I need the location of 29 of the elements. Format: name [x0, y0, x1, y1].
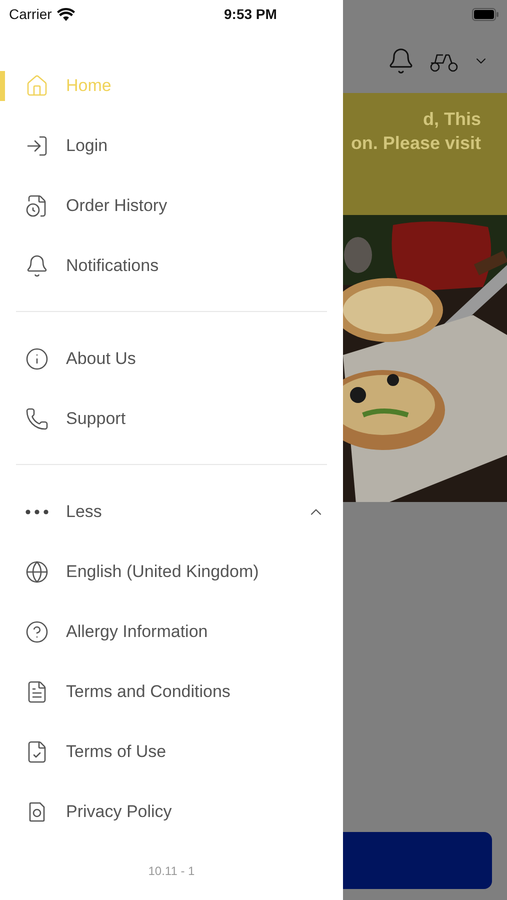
globe-icon	[25, 560, 49, 584]
menu-item[interactable]: Allergy Information	[0, 602, 343, 662]
wifi-icon	[56, 8, 75, 20]
menu-item[interactable]: English (United Kingdom)	[0, 542, 343, 602]
status-time: 9:53 PM	[224, 6, 277, 22]
bell-icon[interactable]	[387, 46, 415, 74]
info-icon	[25, 347, 49, 371]
battery-icon	[472, 8, 499, 20]
home-icon	[25, 74, 49, 98]
menu-item[interactable]: Support	[0, 389, 343, 449]
menu-item[interactable]: About Us	[0, 329, 343, 389]
version-label: 10.11 - 1	[147, 864, 196, 878]
menu-item[interactable]: Notifications	[0, 236, 343, 296]
toggle-label: Less	[66, 502, 102, 522]
carrier-label: Carrier	[9, 6, 52, 22]
menu-item[interactable]: Order History	[0, 176, 343, 236]
help-icon	[25, 620, 49, 644]
bell-icon	[25, 254, 49, 278]
banner-text: d, This	[423, 108, 481, 131]
selection-indicator	[0, 71, 5, 101]
exit-icon	[25, 134, 49, 158]
less-toggle[interactable]: Less	[0, 482, 343, 542]
menu-item[interactable]: Privacy Policy	[0, 782, 343, 842]
menu-item[interactable]: Login	[0, 116, 343, 176]
menu-item[interactable]: Terms of Use	[0, 722, 343, 782]
phone-icon	[25, 407, 49, 431]
more-icon	[25, 509, 49, 515]
menu-item[interactable]: Terms and Conditions	[0, 662, 343, 722]
banner-text: on. Please visit	[350, 132, 481, 155]
